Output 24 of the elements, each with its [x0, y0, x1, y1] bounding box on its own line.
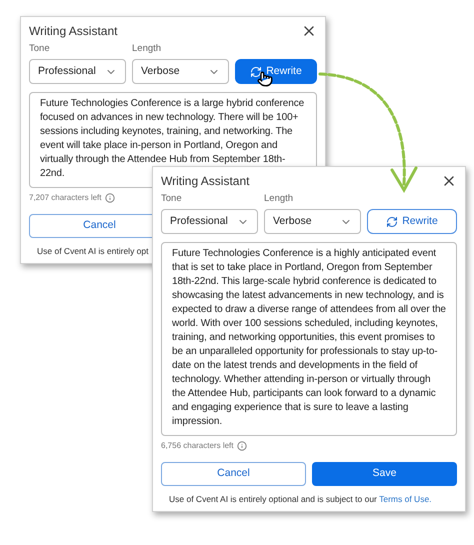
- info-icon: [237, 441, 248, 451]
- dialog-title: Writing Assistant: [161, 174, 250, 188]
- text-area[interactable]: Future Technologies Conference is a highly anticipated event that is set to take place in Portland, Oregon from September 18th-22nd. This large-scale hybrid conference is dedicated to showcasing the latest advancements in new technology, and is expected to draw a diverse range of attendees from all over the world. With over 100 sessions scheduled, including keynotes, training, and networking opportunities, this event promises to be an unparalleled opportunity for professionals to stay up-to-date on the latest trends and developments in the field of technology. Whether attending in-person or virtually through the Attendee Hub, participants can look forward to a dynamic and engaging experience that is sure to leave a lasting impression.: [161, 242, 457, 436]
- info-icon: [105, 193, 116, 203]
- cancel-button[interactable]: Cancel: [161, 462, 306, 486]
- field-label: Length: [264, 193, 294, 205]
- footer-text: Use of Cvent AI is entirely optional and is subject to our: [169, 494, 377, 504]
- rewrite-button[interactable]: Rewrite: [367, 209, 457, 234]
- refresh-icon: [386, 216, 398, 228]
- terms-link[interactable]: Terms of Use.: [379, 494, 432, 504]
- field-label: Length: [132, 43, 162, 55]
- dropdown[interactable]: Verbose: [132, 59, 229, 84]
- field-label: Tone: [29, 43, 51, 55]
- characters-left: 7,207 characters left: [29, 192, 102, 204]
- refresh-icon: [250, 66, 262, 78]
- dropdown[interactable]: Verbose: [264, 209, 361, 234]
- dialog-title: Writing Assistant: [29, 24, 118, 38]
- save-button[interactable]: Save: [312, 462, 457, 486]
- dropdown[interactable]: Professional: [29, 59, 126, 84]
- characters-left: 6,756 characters left: [161, 440, 234, 452]
- dropdown[interactable]: Professional: [161, 209, 258, 234]
- field-label: Tone: [161, 193, 183, 205]
- rewrite-button[interactable]: Rewrite: [235, 59, 317, 84]
- footer-text: Use of Cvent AI is entirely opt: [37, 246, 148, 256]
